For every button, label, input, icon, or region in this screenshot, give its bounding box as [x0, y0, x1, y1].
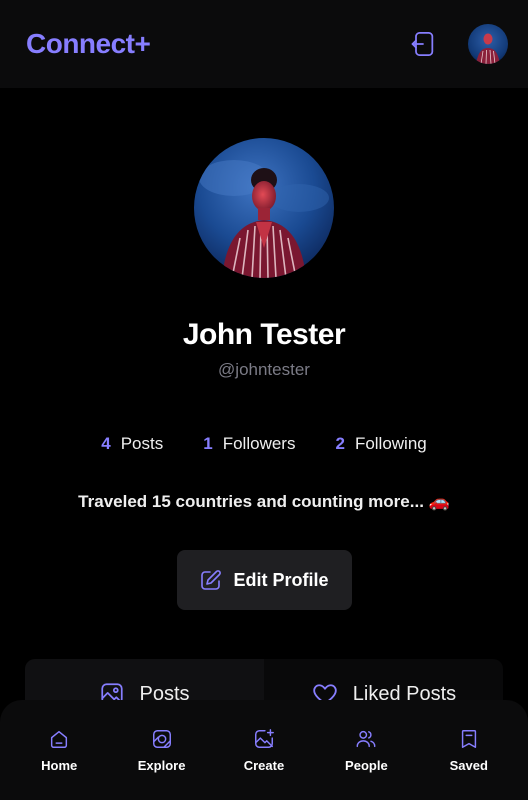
stat-following[interactable]: 2 Following [335, 434, 426, 454]
stat-following-label: Following [354, 434, 427, 453]
profile-stats: 4 Posts 1 Followers 2 Following [101, 434, 427, 454]
nav-create[interactable]: Create [224, 728, 304, 773]
app-logo[interactable]: Connect+ [26, 28, 151, 60]
edit-profile-button[interactable]: Edit Profile [176, 550, 352, 610]
nav-saved[interactable]: Saved [429, 728, 509, 773]
profile-handle: @johntester [218, 360, 310, 379]
top-bar: Connect+ [0, 0, 528, 88]
home-icon [51, 730, 68, 748]
stat-followers-value: 1 [203, 434, 213, 453]
create-icon [254, 728, 274, 748]
profile-avatar-image [194, 138, 334, 278]
topbar-actions [408, 24, 508, 64]
nav-explore-label: Explore [137, 757, 186, 773]
nav-home[interactable]: Home [19, 728, 99, 773]
nav-people[interactable]: People [326, 728, 406, 773]
saved-icon [461, 729, 476, 748]
nav-people-label: People [345, 757, 388, 773]
stat-following-value: 2 [335, 434, 345, 453]
logout-button[interactable] [408, 29, 438, 59]
avatar-image [468, 24, 508, 64]
nav-saved-label: Saved [449, 757, 488, 773]
edit-icon [201, 570, 222, 590]
stat-followers[interactable]: 1 Followers [203, 434, 295, 454]
explore-icon [152, 729, 171, 748]
bottom-nav: Home Explore Create People Saved [0, 700, 528, 800]
nav-home-label: Home [41, 757, 78, 773]
profile-name: John Tester [182, 318, 346, 351]
stat-followers-label: Followers [222, 434, 296, 453]
stat-posts-value: 4 [101, 434, 111, 453]
profile-section: John Tester @johntester 4 Posts 1 Follow… [0, 88, 528, 610]
stat-posts[interactable]: 4 Posts [101, 434, 163, 454]
avatar[interactable] [468, 24, 508, 64]
nav-create-label: Create [243, 757, 285, 773]
profile-bio: Traveled 15 countries and counting more.… [78, 492, 450, 511]
profile-avatar [194, 138, 334, 278]
stat-posts-label: Posts [120, 434, 164, 453]
logout-icon [411, 32, 434, 56]
edit-profile-label: Edit Profile [233, 569, 329, 590]
people-icon [356, 730, 376, 747]
nav-explore[interactable]: Explore [122, 728, 202, 773]
